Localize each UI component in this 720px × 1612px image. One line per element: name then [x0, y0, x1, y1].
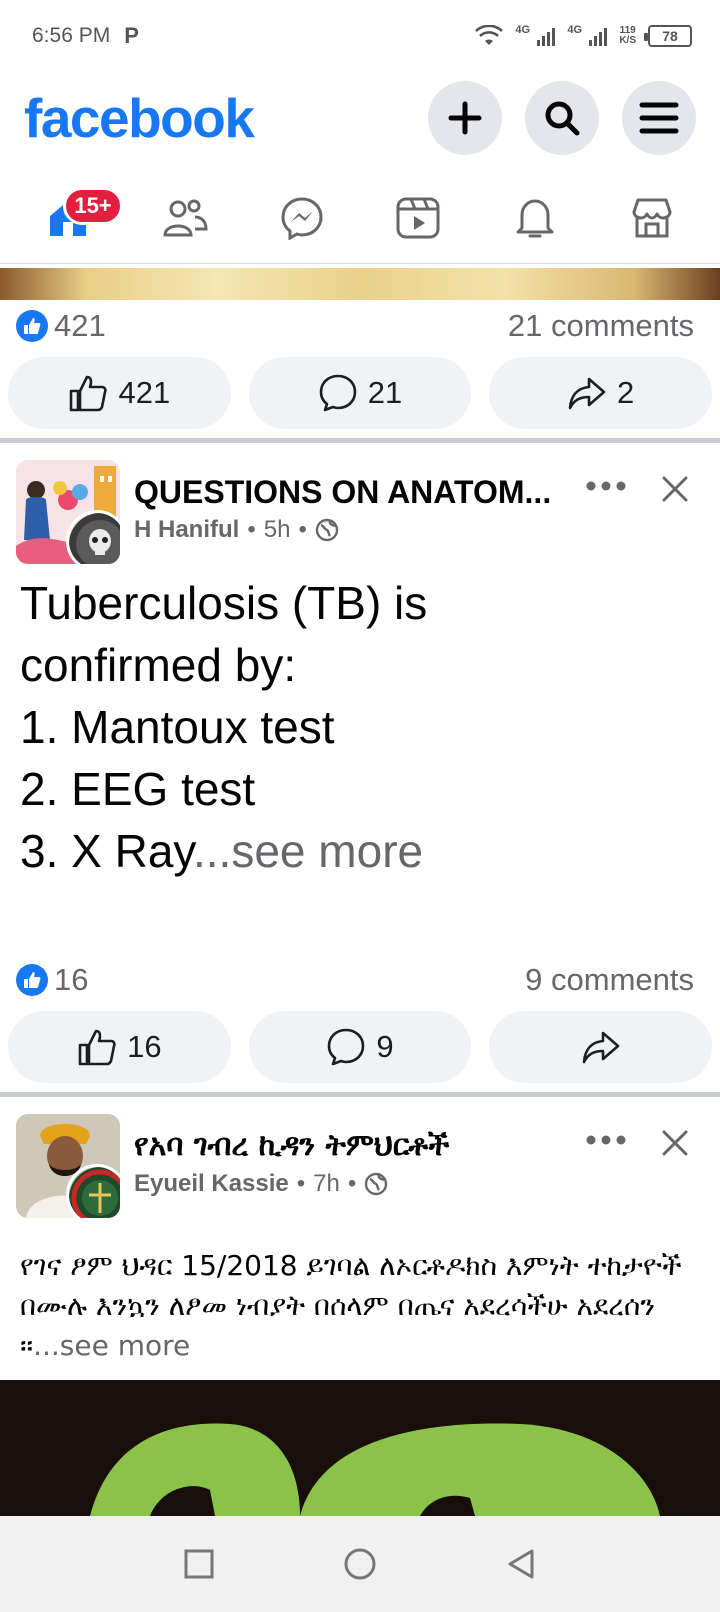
status-time: 6:56 PM [32, 24, 111, 47]
author-avatar[interactable] [66, 510, 120, 564]
tab-marketplace[interactable] [607, 183, 697, 253]
previous-post-image[interactable] [0, 268, 720, 300]
previous-post-actions: 421 21 2 [8, 357, 713, 429]
post-line: Tuberculosis (TB) is [20, 577, 428, 629]
post-separator [0, 1092, 720, 1097]
home-button[interactable] [343, 1547, 377, 1581]
like-button[interactable]: 16 [8, 1011, 231, 1083]
thumbs-up-icon [70, 375, 108, 412]
group-name[interactable]: QUESTIONS ON ANATOM... [134, 474, 564, 511]
post-line: 2. EEG test [20, 763, 256, 815]
menu-button[interactable] [622, 81, 696, 155]
author-name[interactable]: H Haniful [134, 516, 239, 544]
comments-summary[interactable]: 9 comments [525, 962, 694, 998]
comment-icon [319, 374, 357, 412]
signal-icon-2: 4G [567, 24, 608, 46]
see-more-link[interactable]: ...see more [33, 1329, 190, 1362]
tab-notifications[interactable] [490, 183, 580, 253]
tab-friends[interactable] [140, 183, 230, 253]
tab-bar: 15+ [0, 172, 720, 264]
like-reaction-icon [16, 964, 48, 996]
share-icon [568, 377, 606, 410]
thumbs-up-icon [78, 1029, 116, 1066]
wifi-icon [475, 25, 504, 45]
tab-home[interactable]: 15+ [23, 183, 123, 253]
notifications-icon [516, 199, 554, 237]
status-bar: 6:56 PM P 4G 4G 119 K/S 78 [0, 0, 720, 72]
more-options-button[interactable] [586, 478, 626, 496]
close-icon [662, 1130, 688, 1156]
reaction-count[interactable]: 421 [54, 308, 106, 344]
group-avatar[interactable] [16, 1114, 120, 1218]
search-button[interactable] [525, 81, 599, 155]
author-name[interactable]: Eyueil Kassie [134, 1170, 289, 1198]
share-button[interactable]: 2 [489, 357, 713, 429]
post-body[interactable]: Tuberculosis (TB) is confirmed by: 1. Ma… [20, 572, 700, 882]
comment-icon [328, 1028, 365, 1066]
post-line: 1. Mantoux test [20, 701, 335, 753]
like-reaction-icon [16, 310, 48, 342]
comment-button[interactable]: 9 [248, 1011, 472, 1083]
group-name[interactable]: የአባ ገብረ ኪዳን ትምህርቶች [134, 1128, 564, 1163]
more-icon [586, 1135, 626, 1145]
marketplace-icon [632, 198, 672, 237]
more-icon [586, 481, 626, 491]
post-image[interactable] [0, 1380, 720, 1516]
post-separator [0, 438, 720, 443]
messenger-icon [281, 196, 323, 240]
globe-icon [365, 1172, 388, 1196]
tab-messenger[interactable] [257, 183, 347, 253]
back-button[interactable] [506, 1548, 536, 1580]
post-actions: 16 9 [8, 1011, 713, 1083]
post-body[interactable]: የገና ፆም ህዳር 15/2018 ይገባል ለኦርቶዶክስ እምነት ተከታ… [20, 1246, 700, 1366]
author-avatar[interactable] [66, 1164, 120, 1218]
system-navigation-bar [0, 1516, 720, 1612]
recent-apps-button[interactable] [184, 1549, 214, 1579]
previous-post-reactions: 421 21 comments [0, 302, 720, 350]
close-icon [662, 476, 688, 502]
create-button[interactable] [428, 81, 502, 155]
post-meta: Eyueil Kassie • 7h • [134, 1170, 388, 1198]
more-options-button[interactable] [586, 1132, 626, 1150]
plus-icon [448, 101, 482, 135]
video-icon [396, 197, 440, 238]
app-header: facebook [0, 72, 720, 164]
post-header: የአባ ገብረ ኪዳን ትምህርቶች Eyueil Kassie • 7h • [16, 1114, 706, 1218]
share-button[interactable] [489, 1011, 713, 1083]
friends-icon [163, 199, 208, 236]
tab-video[interactable] [373, 183, 463, 253]
post-meta: H Haniful • 5h • [134, 516, 339, 544]
reaction-count[interactable]: 16 [54, 962, 88, 998]
comments-summary[interactable]: 21 comments [508, 308, 694, 344]
post-line: 3. X Ray [20, 825, 193, 877]
notification-badge: 15+ [63, 186, 123, 225]
comment-button[interactable]: 21 [248, 357, 472, 429]
battery-icon: 78 [644, 25, 692, 47]
facebook-logo[interactable]: facebook [24, 86, 255, 150]
hide-post-button[interactable] [662, 476, 688, 507]
like-button[interactable]: 421 [8, 357, 231, 429]
post-line: confirmed by: [20, 639, 297, 691]
see-more-link[interactable]: ...see more [193, 825, 423, 877]
globe-icon [315, 518, 339, 542]
network-speed: 119 K/S [619, 25, 636, 46]
group-avatar[interactable] [16, 460, 120, 564]
search-icon [545, 101, 580, 136]
menu-icon [639, 102, 679, 134]
post-reactions: 16 9 comments [0, 956, 720, 1004]
share-icon [582, 1031, 619, 1064]
post-time[interactable]: 7h [313, 1170, 340, 1198]
post-header: QUESTIONS ON ANATOM... H Haniful • 5h • [16, 460, 706, 564]
post-time[interactable]: 5h [264, 516, 291, 544]
hide-post-button[interactable] [662, 1130, 688, 1161]
app-notification-icon: P [124, 23, 139, 48]
signal-icon-1: 4G [515, 24, 556, 46]
